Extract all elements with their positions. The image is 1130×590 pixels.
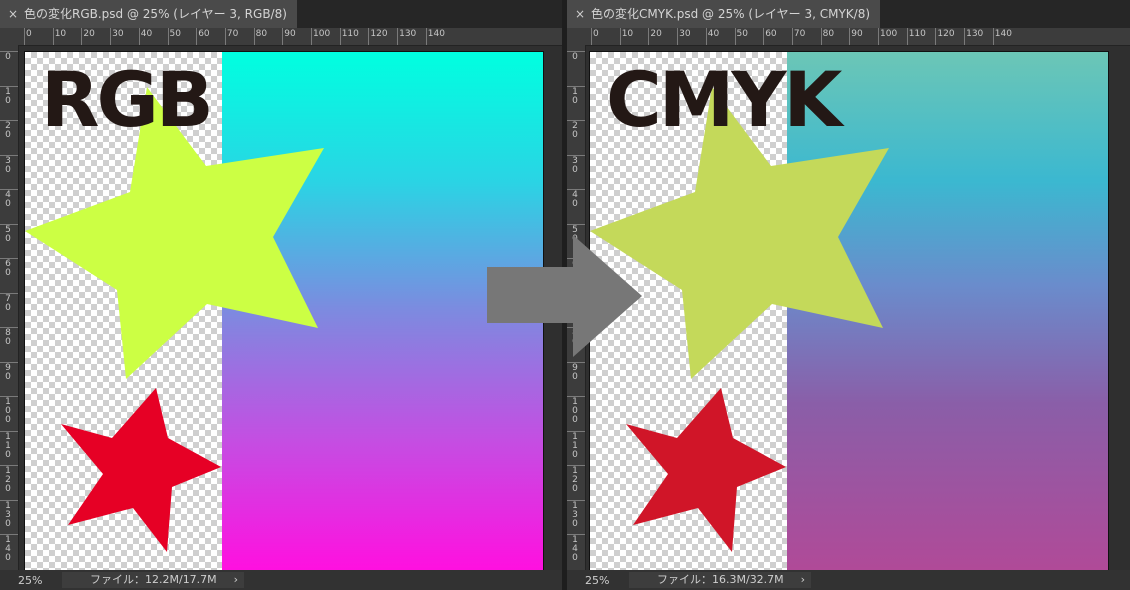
ruler-label: 130 (572, 500, 578, 529)
arrow-shape (487, 235, 642, 357)
ruler-label: 30 (5, 155, 11, 175)
status-bar: 25% ファイル：16.3M/32.7M › (567, 570, 1130, 590)
ruler-label: 30 (679, 29, 691, 39)
arrow-right-icon (487, 235, 642, 357)
document-window-cmyk: × 色の変化CMYK.psd @ 25% (レイヤー 3, CMYK/8) 0 1… (567, 0, 1130, 590)
file-size-info[interactable]: ファイル：12.2M/17.7M › (62, 572, 244, 588)
document-tab-title: 色の変化RGB.psd @ 25% (レイヤー 3, RGB/8) (24, 7, 287, 21)
ruler-label: 130 (966, 29, 984, 39)
ruler-label: 10 (621, 29, 634, 39)
ruler-label: 10 (54, 29, 67, 39)
document-tab-rgb[interactable]: × 色の変化RGB.psd @ 25% (レイヤー 3, RGB/8) (0, 0, 297, 28)
ruler-label: 0 (572, 52, 578, 62)
ruler-label: 140 (572, 535, 578, 563)
chevron-right-icon[interactable]: › (801, 572, 805, 588)
chevron-right-icon[interactable]: › (234, 572, 238, 588)
ruler-label: 140 (5, 535, 11, 563)
horizontal-ruler[interactable]: 0 10 20 30 40 50 60 70 80 90 100 110 120 130 140 (18, 28, 562, 46)
document-tab-title: 色の変化CMYK.psd @ 25% (レイヤー 3, CMYK/8) (591, 7, 871, 21)
ruler-label: 140 (427, 29, 445, 39)
ruler-label: 110 (908, 29, 926, 39)
ruler-label: 120 (572, 466, 578, 494)
ruler-label: 60 (765, 29, 777, 39)
ruler-label: 110 (572, 431, 578, 460)
red-star (61, 388, 221, 552)
ruler-label: 50 (169, 29, 181, 39)
ruler-label: 100 (572, 397, 578, 425)
ruler-label: 70 (5, 293, 11, 313)
file-size-text: ファイル：16.3M/32.7M (657, 573, 784, 586)
ruler-label: 130 (5, 500, 11, 529)
ruler-label: 90 (284, 29, 296, 39)
tab-bar: × 色の変化CMYK.psd @ 25% (レイヤー 3, CMYK/8) (567, 0, 1130, 28)
document-canvas-rgb[interactable]: RGB (24, 51, 544, 571)
ruler-label: 70 (793, 29, 806, 39)
ruler-label: 50 (5, 224, 11, 244)
ruler-label: 70 (226, 29, 239, 39)
ruler-label: 30 (572, 155, 578, 175)
ruler-label: 110 (5, 431, 11, 460)
ruler-label: 90 (572, 362, 578, 382)
ruler-label: 80 (5, 328, 11, 347)
ruler-label: 90 (851, 29, 863, 39)
ruler-label: 100 (5, 397, 11, 425)
ruler-label: 80 (822, 29, 835, 39)
file-size-text: ファイル：12.2M/17.7M (90, 573, 217, 586)
ruler-label: 40 (572, 190, 578, 209)
document-tab-cmyk[interactable]: × 色の変化CMYK.psd @ 25% (レイヤー 3, CMYK/8) (567, 0, 881, 28)
document-canvas-cmyk[interactable]: CMYK (589, 51, 1109, 571)
ruler-label: 120 (5, 466, 11, 494)
vertical-ruler[interactable]: 0 10 20 30 40 50 60 70 80 90 100 110 120 130 140 (0, 45, 19, 570)
ruler-label: 50 (736, 29, 748, 39)
ruler-origin[interactable] (567, 28, 586, 46)
ruler-label: 60 (198, 29, 210, 39)
ruler-label: 120 (937, 29, 955, 39)
ruler-label: 20 (5, 121, 11, 140)
close-icon[interactable]: × (575, 0, 585, 28)
canvas-text-cmyk: CMYK (606, 55, 842, 144)
ruler-label: 120 (370, 29, 388, 39)
ruler-label: 80 (255, 29, 268, 39)
ruler-label: 30 (112, 29, 124, 39)
ruler-label: 0 (5, 52, 11, 62)
ruler-origin[interactable] (0, 28, 19, 46)
ruler-label: 130 (399, 29, 417, 39)
ruler-label: 0 (26, 29, 32, 39)
ruler-label: 140 (994, 29, 1012, 39)
red-star (626, 388, 786, 552)
ruler-label: 110 (341, 29, 359, 39)
tab-bar: × 色の変化RGB.psd @ 25% (レイヤー 3, RGB/8) (0, 0, 562, 28)
canvas-text-rgb: RGB (41, 55, 214, 144)
close-icon[interactable]: × (8, 0, 18, 28)
ruler-label: 90 (5, 362, 11, 382)
ruler-label: 40 (707, 29, 720, 39)
ruler-label: 100 (313, 29, 331, 39)
horizontal-ruler[interactable]: 0 10 20 30 40 50 60 70 80 90 100 110 120 130 140 (585, 28, 1130, 46)
file-size-info[interactable]: ファイル：16.3M/32.7M › (629, 572, 811, 588)
zoom-level[interactable]: 25% (18, 574, 42, 587)
zoom-level[interactable]: 25% (585, 574, 609, 587)
ruler-label: 100 (880, 29, 898, 39)
ruler-label: 40 (5, 190, 11, 209)
ruler-label: 60 (5, 259, 11, 278)
ruler-label: 20 (83, 29, 95, 39)
status-bar: 25% ファイル：12.2M/17.7M › (0, 570, 562, 590)
ruler-label: 40 (140, 29, 153, 39)
ruler-label: 20 (650, 29, 662, 39)
ruler-label: 10 (572, 86, 578, 106)
ruler-label: 10 (5, 86, 11, 106)
ruler-label: 20 (572, 121, 578, 140)
document-window-rgb: × 色の変化RGB.psd @ 25% (レイヤー 3, RGB/8) 0 10 2… (0, 0, 562, 590)
ruler-label: 0 (593, 29, 599, 39)
